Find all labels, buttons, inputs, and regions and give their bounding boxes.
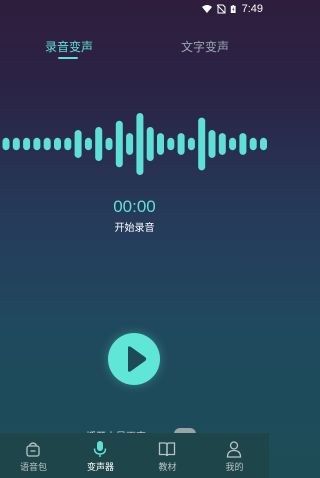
waveform-bar [12, 137, 20, 151]
waveform-bar [187, 137, 195, 151]
play-button[interactable] [108, 333, 160, 385]
waveform-bar [136, 113, 144, 175]
nav-item-textbook[interactable]: 教材 [134, 433, 201, 478]
waveform-bar [54, 137, 61, 151]
waveform-bar [249, 137, 257, 151]
tab-record-voice-change[interactable]: 录音变声 [45, 38, 93, 55]
audio-waveform [2, 113, 267, 175]
waveform-bar [177, 133, 185, 155]
waveform-bar [33, 137, 41, 151]
waveform-bar [115, 120, 123, 168]
book-icon [158, 442, 176, 457]
waveform-bar [64, 137, 72, 151]
play-icon [128, 346, 147, 372]
waveform-bar [84, 137, 92, 151]
mode-tabs: 录音变声 文字变声 [0, 38, 269, 62]
waveform-bar [126, 133, 134, 155]
wifi-icon [201, 5, 212, 13]
nav-label-profile: 我的 [225, 463, 244, 473]
active-tab-indicator [58, 57, 78, 59]
nav-label-textbook: 教材 [158, 463, 177, 473]
waveform-bar [157, 133, 164, 155]
waveform-bar [23, 137, 31, 151]
nav-label-voice-changer: 变声器 [86, 463, 114, 473]
bottom-navigation: 语音包 变声器 教材 我的 [0, 433, 269, 478]
nav-item-voice-changer[interactable]: 变声器 [67, 433, 134, 478]
waveform-bar [218, 133, 226, 155]
waveform-bar [198, 117, 206, 171]
waveform-bar [239, 133, 247, 155]
profile-icon [226, 441, 242, 458]
status-time: 7:49 [241, 3, 263, 15]
waveform-bar [167, 137, 175, 151]
status-bar: 7:49 [0, 0, 269, 18]
waveform-bar [260, 137, 267, 151]
voice-pack-icon [26, 442, 40, 457]
waveform-bar [43, 137, 51, 151]
waveform-bar [105, 137, 113, 151]
battery-charging-icon [230, 5, 236, 13]
status-icons: 7:49 [201, 2, 263, 16]
nav-item-profile[interactable]: 我的 [201, 433, 268, 478]
waveform-bar [208, 130, 216, 158]
microphone-icon [93, 441, 107, 457]
tab-text-voice-change[interactable]: 文字变声 [181, 38, 229, 55]
waveform-bar [95, 126, 103, 162]
waveform-bar [229, 137, 237, 151]
nav-item-voice-pack[interactable]: 语音包 [0, 433, 67, 478]
waveform-bar [2, 137, 10, 151]
start-recording-label: 开始录音 [114, 223, 155, 234]
no-sim-icon [216, 4, 226, 14]
recording-timer: 00:00 [113, 197, 156, 216]
waveform-bar [146, 126, 154, 162]
nav-label-voice-pack: 语音包 [19, 463, 47, 473]
waveform-bar [74, 130, 82, 158]
